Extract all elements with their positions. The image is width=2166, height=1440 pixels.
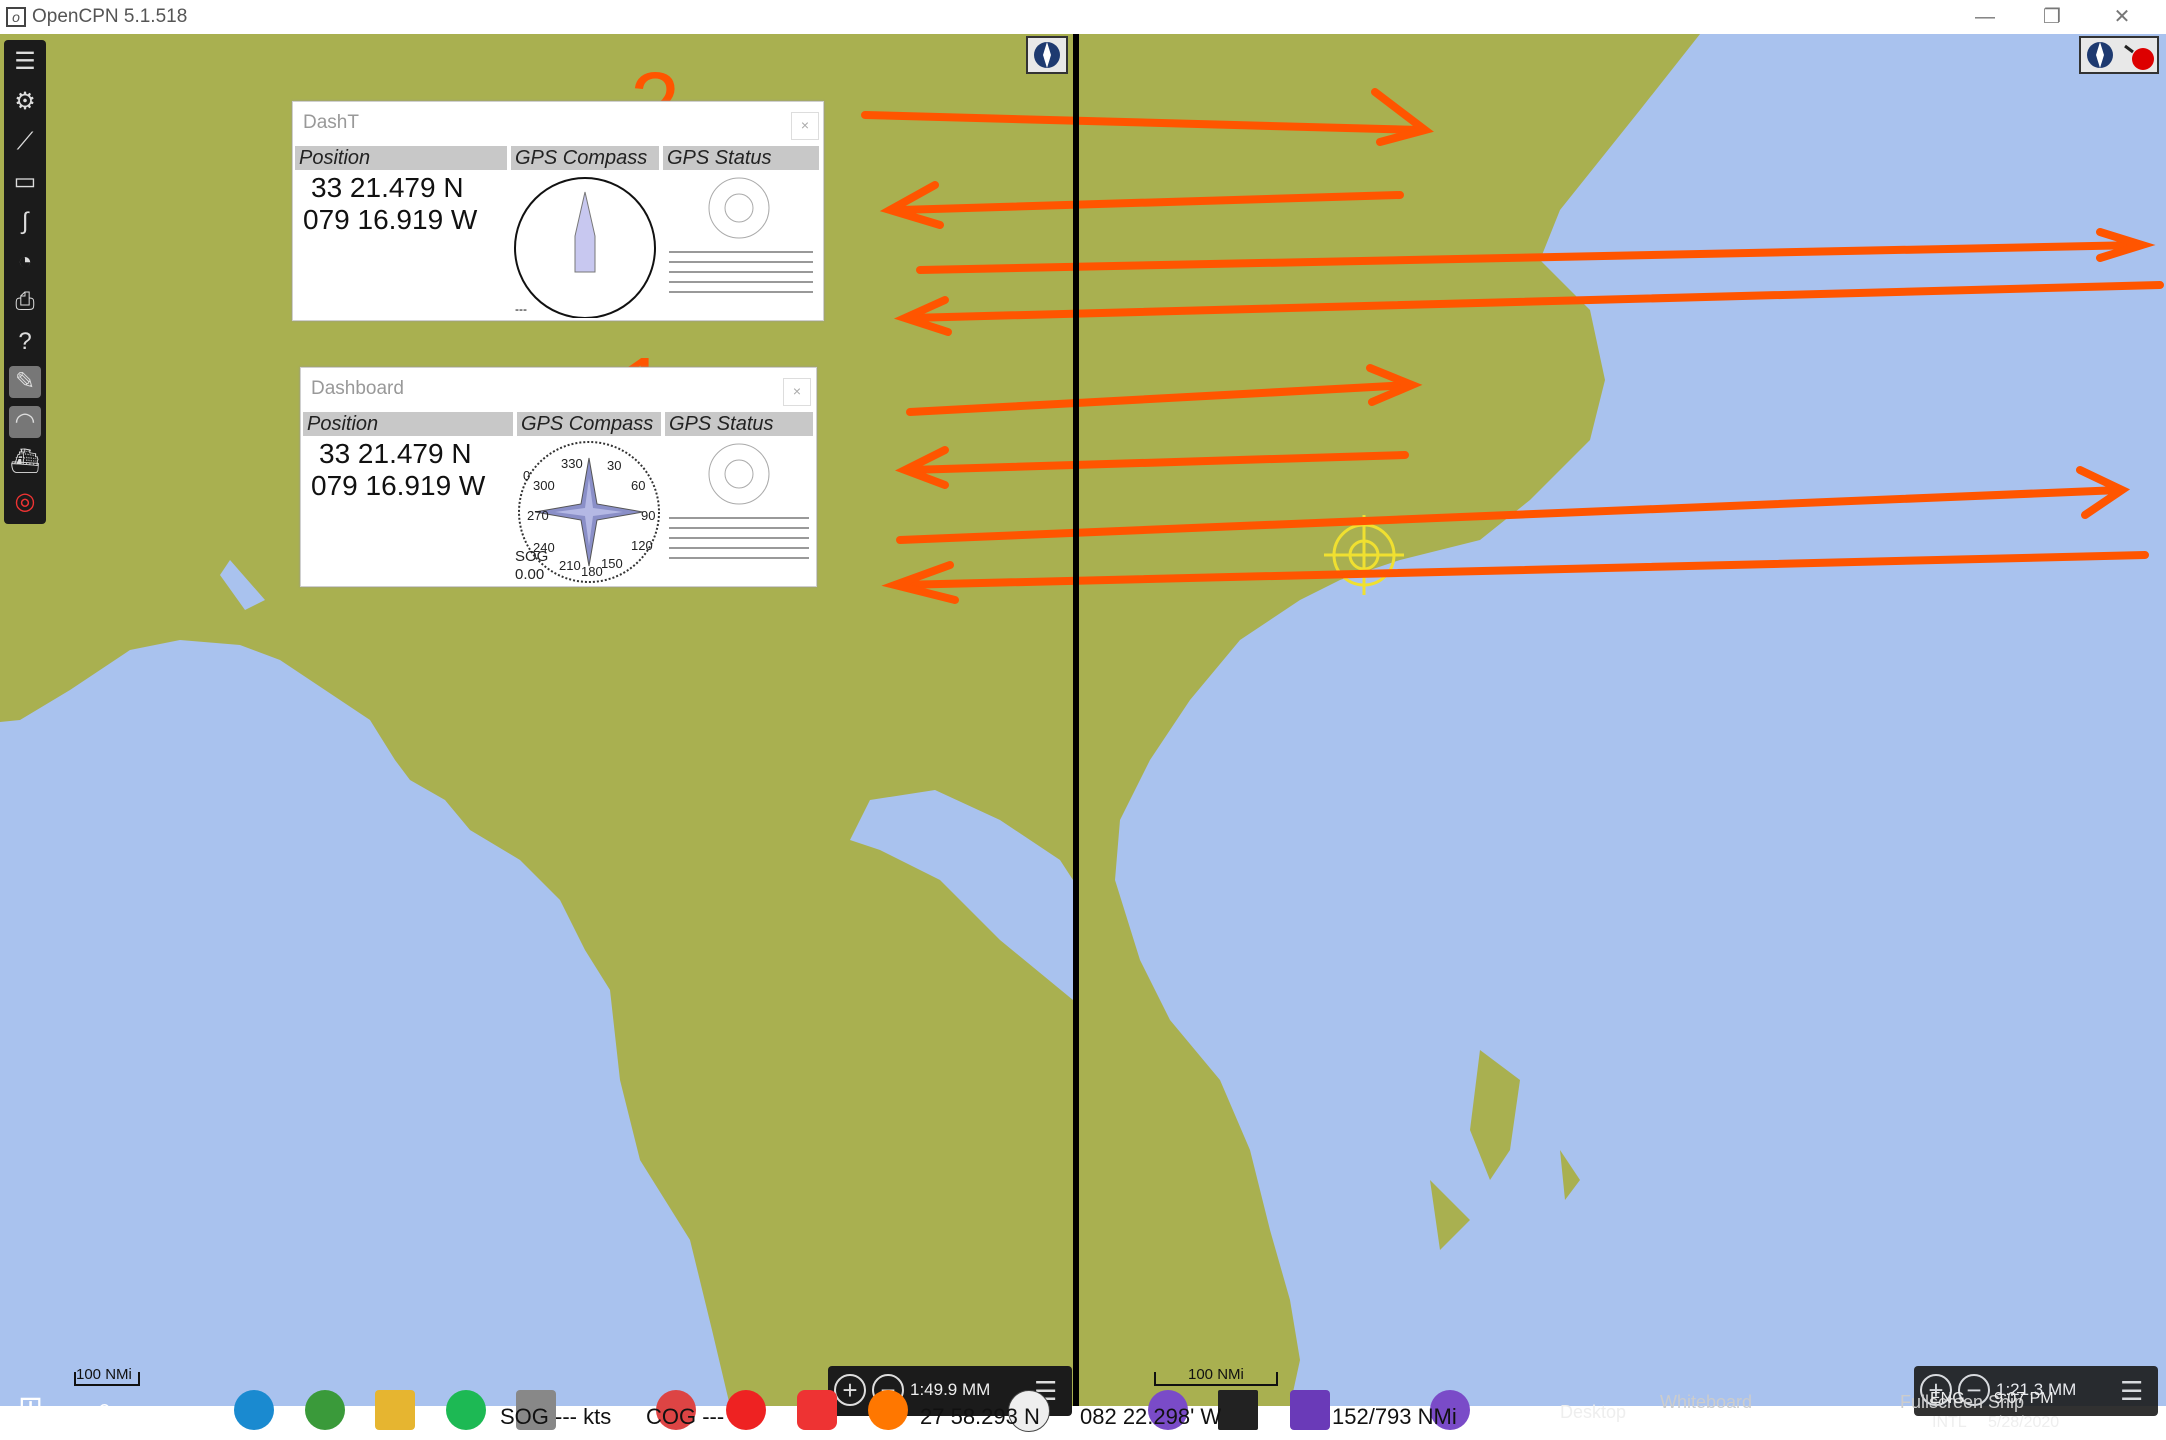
minimize-button[interactable]: —	[1955, 2, 2015, 32]
lifebuoy-icon[interactable]: ◎	[9, 486, 41, 518]
document-icon[interactable]: ▭	[9, 166, 41, 198]
north-up-button[interactable]	[1026, 36, 1068, 74]
opencpn-icon: o	[6, 7, 26, 27]
clock-date[interactable]: 5/28/2020	[1988, 1414, 2059, 1432]
compass-mark: 120	[631, 538, 653, 553]
menu-icon[interactable]: ☰	[9, 46, 41, 78]
compass-mark: 180	[581, 564, 603, 579]
windows-start-icon[interactable]: ⊞	[18, 1390, 52, 1424]
dasht-title: DashT	[303, 112, 359, 133]
compass-readout: ---	[515, 302, 527, 316]
position-lon: 079 16.919 W	[311, 470, 486, 501]
vivaldi-icon[interactable]	[797, 1390, 837, 1430]
distance-readout: 152/793 NMi	[1332, 1404, 1457, 1429]
desktop-toolbar-label[interactable]: Desktop	[1560, 1402, 1626, 1423]
compass-mark: 210	[559, 558, 581, 573]
restore-button[interactable]: ❐	[2022, 2, 2082, 32]
compass-mark: 0	[523, 468, 531, 483]
instrument-header: GPS Status	[663, 146, 819, 170]
compass-mark: 60	[631, 478, 646, 493]
dashboard-window[interactable]: Dashboard × Position GPS Compass GPS Sta…	[300, 367, 817, 587]
compass-mark: 270	[527, 508, 549, 523]
main-toolbar: ☰ ⚙ ⟋ ▭ ∫ ◔ ⎙ ? ✎ ◠ ⛴ ◎	[4, 40, 46, 524]
sog-value: 0.00	[515, 566, 545, 583]
search-icon[interactable]: ⌕	[96, 1392, 113, 1426]
close-icon[interactable]: ×	[791, 112, 819, 140]
gps-compass-gauge	[514, 177, 656, 318]
opera-icon[interactable]	[726, 1390, 766, 1430]
gps-status-gauge	[669, 443, 809, 559]
edge-icon[interactable]	[234, 1390, 274, 1430]
language-indicator-2: INTL	[1932, 1414, 1967, 1431]
compass-mark: 30	[607, 458, 622, 473]
split-divider[interactable]	[1073, 34, 1079, 1406]
firefox-icon[interactable]	[868, 1390, 908, 1430]
position-lat: 33 21.479 N	[319, 438, 472, 469]
track-icon[interactable]: ∫	[9, 206, 41, 238]
title-bar: o OpenCPN 5.1.518 — ❐ ✕	[0, 0, 2166, 34]
compass-mark: 150	[601, 556, 623, 571]
route-icon[interactable]: ⟋	[9, 126, 41, 158]
clock-time[interactable]: 9:07 PM	[1994, 1390, 2054, 1408]
window-title: OpenCPN 5.1.518	[32, 6, 188, 27]
instrument-header: GPS Compass	[517, 412, 661, 436]
app-icon[interactable]	[305, 1390, 345, 1430]
help-icon[interactable]: ?	[9, 326, 41, 358]
gauge-icon[interactable]: ◠	[9, 406, 41, 438]
terminal-icon[interactable]	[1218, 1390, 1258, 1430]
instrument-header: Position	[303, 412, 513, 436]
dasht-window[interactable]: DashT × Position GPS Compass GPS Status …	[292, 101, 824, 321]
compass-mark: 90	[641, 508, 656, 523]
print-icon[interactable]: ⎙	[9, 286, 41, 318]
dashboard-plugin-icon[interactable]: ✎	[9, 366, 41, 398]
visual-studio-icon[interactable]	[1290, 1390, 1330, 1430]
spotify-icon[interactable]	[446, 1390, 486, 1430]
dashboard-title: Dashboard	[311, 378, 404, 399]
compass-mark: 300	[533, 478, 555, 493]
north-up-button-right[interactable]	[2079, 36, 2159, 74]
settings-icon[interactable]: ⚙	[9, 86, 41, 118]
cog-readout: COG ---	[646, 1404, 725, 1429]
longitude-readout: 082 22.298' W	[1080, 1404, 1222, 1429]
instrument-header: Position	[295, 146, 507, 170]
instrument-header: GPS Compass	[511, 146, 659, 170]
folder-icon[interactable]	[375, 1390, 415, 1430]
language-indicator[interactable]: ENG	[1930, 1390, 1965, 1408]
close-icon[interactable]: ×	[783, 378, 811, 406]
tide-icon[interactable]: ◔	[9, 246, 41, 278]
gps-status-gauge	[669, 177, 813, 293]
ship-icon[interactable]: ⛴	[9, 446, 41, 478]
position-lon: 079 16.919 W	[303, 204, 478, 235]
sog-label: SOG	[515, 548, 549, 565]
close-button[interactable]: ✕	[2092, 2, 2152, 32]
instrument-header: GPS Status	[665, 412, 813, 436]
compass-mark: 330	[561, 456, 583, 471]
position-lat: 33 21.479 N	[311, 172, 464, 203]
whiteboard-label[interactable]: Whiteboard	[1660, 1392, 1752, 1413]
sog-readout: SOG --- kts	[500, 1404, 612, 1429]
latitude-readout: 27 58.293 N	[920, 1404, 1040, 1429]
